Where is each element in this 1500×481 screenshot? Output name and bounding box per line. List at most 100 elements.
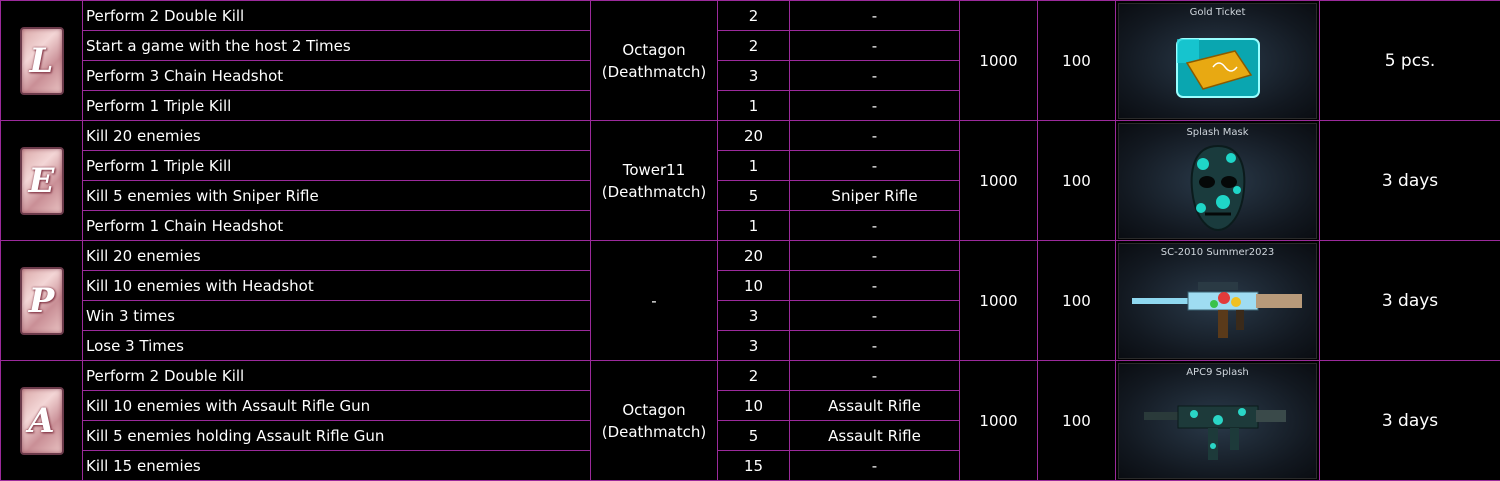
task-count: 3 — [717, 330, 790, 361]
task-count: 3 — [717, 60, 790, 91]
rifle-icon — [1131, 281, 1302, 338]
exp-reward: 1000 — [959, 240, 1038, 361]
table-row: P Kill 20 enemies - 20 - 1000 100 SC-201… — [0, 240, 1500, 361]
reward-item-name: APC9 Splash — [1186, 366, 1249, 378]
letter-card: P — [19, 266, 64, 335]
letter-card-cell: E — [0, 120, 83, 241]
task-weapon: - — [789, 360, 960, 391]
map-name: Octagon — [622, 400, 686, 419]
task-weapon: Sniper Rifle — [789, 180, 960, 211]
task-text: Start a game with the host 2 Times — [82, 30, 591, 61]
task-count: 2 — [717, 360, 790, 391]
exp-reward: 1000 — [959, 360, 1038, 481]
task-count: 20 — [717, 120, 790, 151]
reward-quantity: 3 days — [1319, 240, 1500, 361]
reward-item-name: SC-2010 Summer2023 — [1160, 246, 1275, 258]
map-mode: (Deathmatch) — [601, 62, 707, 81]
letter-card-cell: A — [0, 360, 83, 481]
mission-table: L Perform 2 Double Kill Octagon (Deathmat… — [0, 0, 1500, 481]
table-row: L Perform 2 Double Kill Octagon (Deathmat… — [0, 0, 1500, 121]
task-weapon: - — [789, 450, 960, 481]
letter-glyph: E — [28, 160, 55, 201]
letter-glyph: A — [28, 400, 55, 441]
table-row: E Kill 20 enemies Tower11 (Deathmatch) 20… — [0, 120, 1500, 241]
letter-card: A — [19, 386, 64, 455]
task-weapon: - — [789, 30, 960, 61]
mask-icon — [1190, 144, 1245, 231]
task-weapon: - — [789, 330, 960, 361]
table-row: A Perform 2 Double Kill Octagon (Deathmat… — [0, 360, 1500, 481]
letter-glyph: L — [29, 40, 54, 81]
task-weapon: Assault Rifle — [789, 390, 960, 421]
task-text: Kill 20 enemies — [82, 240, 591, 271]
task-weapon: - — [789, 270, 960, 301]
task-count: 2 — [717, 30, 790, 61]
points-reward: 100 — [1037, 120, 1116, 241]
points-reward: 100 — [1037, 240, 1116, 361]
reward-item-cell: SC-2010 Summer2023 — [1115, 240, 1320, 361]
task-count: 10 — [717, 270, 790, 301]
task-weapon: - — [789, 0, 960, 31]
task-weapon: - — [789, 90, 960, 121]
task-text: Win 3 times — [82, 300, 591, 331]
task-count: 20 — [717, 240, 790, 271]
map-mode: (Deathmatch) — [601, 182, 707, 201]
task-count: 1 — [717, 210, 790, 241]
letter-glyph: P — [28, 280, 55, 321]
exp-reward: 1000 — [959, 120, 1038, 241]
task-text: Kill 10 enemies with Assault Rifle Gun — [82, 390, 591, 421]
task-weapon: - — [789, 300, 960, 331]
task-text: Perform 1 Chain Headshot — [82, 210, 591, 241]
task-weapon: - — [789, 60, 960, 91]
task-text: Perform 2 Double Kill — [82, 360, 591, 391]
map-cell: - — [590, 240, 718, 361]
reward-item-image: APC9 Splash — [1118, 362, 1317, 479]
task-weapon: - — [789, 240, 960, 271]
task-count: 2 — [717, 0, 790, 31]
task-count: 1 — [717, 150, 790, 181]
reward-quantity: 3 days — [1319, 120, 1500, 241]
task-text: Kill 20 enemies — [82, 120, 591, 151]
task-weapon: - — [789, 210, 960, 241]
exp-reward: 1000 — [959, 0, 1038, 121]
map-cell: Tower11 (Deathmatch) — [590, 120, 718, 241]
letter-card: L — [19, 26, 64, 95]
map-cell: Octagon (Deathmatch) — [590, 0, 718, 121]
letter-card: E — [19, 146, 64, 215]
reward-item-name: Gold Ticket — [1189, 6, 1246, 18]
task-text: Kill 5 enemies holding Assault Rifle Gun — [82, 420, 591, 451]
map-cell: Octagon (Deathmatch) — [590, 360, 718, 481]
reward-item-cell: APC9 Splash — [1115, 360, 1320, 481]
task-text: Kill 15 enemies — [82, 450, 591, 481]
letter-card-cell: L — [0, 0, 83, 121]
task-text: Perform 2 Double Kill — [82, 0, 591, 31]
reward-item-image: Splash Mask — [1118, 122, 1317, 239]
reward-item-image: SC-2010 Summer2023 — [1118, 242, 1317, 359]
letter-card-cell: P — [0, 240, 83, 361]
task-count: 5 — [717, 180, 790, 211]
reward-quantity: 5 pcs. — [1319, 0, 1500, 121]
reward-item-name: Splash Mask — [1186, 126, 1249, 138]
map-name: Tower11 — [622, 160, 686, 179]
smg-icon — [1143, 405, 1286, 460]
task-text: Perform 3 Chain Headshot — [82, 60, 591, 91]
map-name: Octagon — [622, 40, 686, 59]
reward-item-image: Gold Ticket — [1118, 2, 1317, 119]
reward-item-cell: Splash Mask — [1115, 120, 1320, 241]
task-weapon: - — [789, 120, 960, 151]
task-count: 5 — [717, 420, 790, 451]
task-count: 10 — [717, 390, 790, 421]
task-count: 1 — [717, 90, 790, 121]
points-reward: 100 — [1037, 0, 1116, 121]
task-text: Kill 10 enemies with Headshot — [82, 270, 591, 301]
task-count: 3 — [717, 300, 790, 331]
task-count: 15 — [717, 450, 790, 481]
reward-item-cell: Gold Ticket — [1115, 0, 1320, 121]
task-text: Lose 3 Times — [82, 330, 591, 361]
task-text: Kill 5 enemies with Sniper Rifle — [82, 180, 591, 211]
map-name: - — [651, 291, 657, 310]
task-text: Perform 1 Triple Kill — [82, 150, 591, 181]
task-weapon: - — [789, 150, 960, 181]
points-reward: 100 — [1037, 360, 1116, 481]
gold-ticket-icon — [1175, 37, 1260, 98]
